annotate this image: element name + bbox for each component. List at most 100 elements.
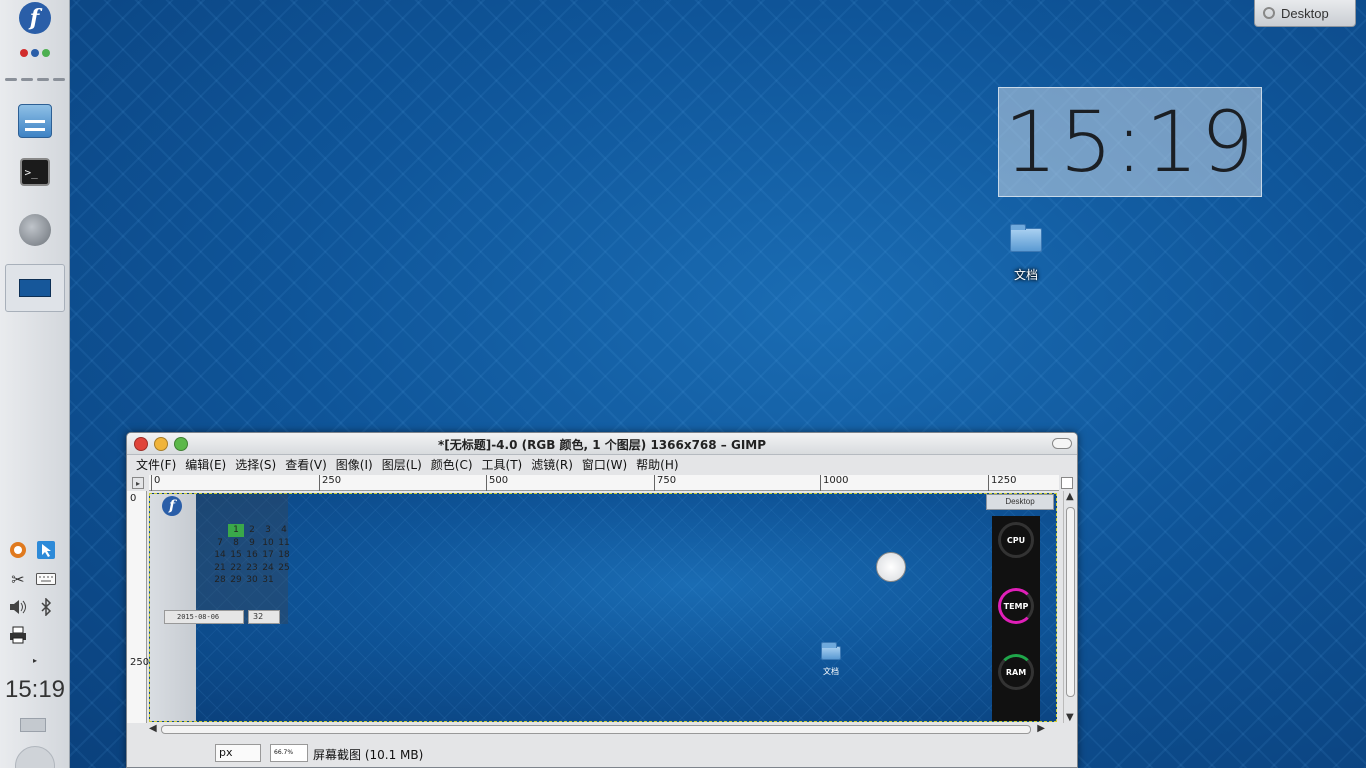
scroll-right-icon[interactable]: ▶ bbox=[1037, 723, 1045, 734]
vertical-ruler[interactable]: 0 250 bbox=[127, 491, 150, 723]
vertical-scrollbar[interactable]: ▲ ▼ bbox=[1063, 491, 1077, 723]
calendar-day: 24 bbox=[262, 562, 274, 573]
desktop-indicator[interactable] bbox=[36, 77, 49, 81]
scroll-thumb[interactable] bbox=[161, 725, 1031, 734]
menubar: 文件(F) 编辑(E) 选择(S) 查看(V) 图像(I) 图层(L) 颜色(C… bbox=[127, 455, 1077, 475]
scroll-down-icon[interactable]: ▼ bbox=[1066, 712, 1074, 723]
canvas-calendar: 1 2 3 4 7 8 9 10 11 14 15 16 17 18 21 22 23 24 25 28 29 30 31 bbox=[196, 494, 290, 624]
menu-windows[interactable]: 窗口(W) bbox=[581, 455, 635, 475]
menu-help[interactable]: 帮助(H) bbox=[635, 455, 686, 475]
calendar-day: 28 bbox=[214, 575, 226, 585]
zoom-select[interactable]: 66.7% bbox=[270, 744, 308, 762]
status-text: 屏幕截图 (10.1 MB) bbox=[313, 748, 424, 762]
scroll-left-icon[interactable]: ◀ bbox=[149, 723, 157, 734]
desktop-toolbox-button[interactable]: Desktop bbox=[1254, 0, 1356, 27]
folder-documents[interactable]: 文档 bbox=[1004, 224, 1048, 283]
calendar-day bbox=[196, 574, 212, 587]
panel-clock[interactable]: 15:19 bbox=[0, 676, 70, 704]
calendar-day: 11 bbox=[278, 537, 290, 548]
browser-icon[interactable] bbox=[18, 214, 51, 246]
menu-layer[interactable]: 图层(L) bbox=[381, 455, 430, 475]
gimp-window: *[无标题]-4.0 (RGB 颜色, 1 个图层) 1366x768 – GI… bbox=[126, 432, 1078, 768]
unit-select[interactable]: px bbox=[215, 744, 261, 762]
calendar-day: 10 bbox=[262, 537, 274, 548]
menu-tools[interactable]: 工具(T) bbox=[481, 455, 531, 475]
file-manager-icon[interactable] bbox=[17, 104, 52, 138]
canvas-date-field: 2015-08-06 bbox=[164, 610, 244, 624]
calendar-day bbox=[196, 562, 212, 575]
navigate-corner-button[interactable] bbox=[1061, 477, 1073, 489]
keyboard-icon[interactable] bbox=[35, 569, 57, 589]
fedora-app-icon[interactable] bbox=[7, 540, 29, 560]
folder-label: 文档 bbox=[1013, 268, 1038, 282]
fedora-menu-icon[interactable]: f bbox=[18, 2, 51, 34]
green-dot-icon bbox=[41, 49, 50, 57]
terminal-icon[interactable]: >_ bbox=[19, 158, 50, 186]
canvas-folder-icon bbox=[821, 642, 841, 660]
calendar-day bbox=[196, 524, 212, 537]
calendar-day: 21 bbox=[214, 562, 226, 573]
menu-colors[interactable]: 颜色(C) bbox=[430, 455, 481, 475]
desktop-indicator[interactable] bbox=[20, 77, 33, 81]
printer-icon[interactable] bbox=[7, 625, 29, 645]
calendar-day: 4 bbox=[281, 525, 287, 535]
calendar-grid: 1 2 3 4 7 8 9 10 11 14 15 16 17 18 21 22 23 24 25 28 29 30 31 bbox=[196, 524, 292, 587]
desktop-indicator[interactable] bbox=[52, 77, 65, 81]
ruler-label: 1000 bbox=[820, 475, 848, 491]
canvas-fedora-glyph: f bbox=[168, 498, 176, 514]
calendar-day: 14 bbox=[214, 550, 226, 560]
calendar-day bbox=[212, 524, 228, 537]
scroll-up-icon[interactable]: ▲ bbox=[1066, 491, 1074, 502]
ruler-label: 250 bbox=[130, 657, 150, 668]
horizontal-ruler[interactable]: 0 250 500 750 1000 1250 bbox=[149, 475, 1059, 491]
calendar-day: 18 bbox=[278, 550, 290, 560]
calendar-day: 31 bbox=[262, 575, 274, 585]
taskbar-item-desktop[interactable] bbox=[4, 264, 65, 312]
menu-view[interactable]: 查看(V) bbox=[284, 455, 335, 475]
menu-filters[interactable]: 滤镜(R) bbox=[530, 455, 581, 475]
ram-gauge: RAM bbox=[998, 654, 1034, 690]
desktop-background: f >_ ✂ ▸ 15:19 Desktop 15:19 文档 *[无标题]-4… bbox=[0, 0, 1366, 768]
calendar-day: 2 bbox=[249, 525, 255, 535]
menu-edit[interactable]: 编辑(E) bbox=[184, 455, 234, 475]
virtual-desktops[interactable] bbox=[3, 76, 67, 82]
blue-dot-icon bbox=[30, 49, 39, 57]
terminal-glyph: >_ bbox=[24, 165, 38, 179]
calendar-day: 22 bbox=[230, 562, 242, 573]
ruler-label: 500 bbox=[486, 475, 508, 491]
window-titlebar[interactable]: *[无标题]-4.0 (RGB 颜色, 1 个图层) 1366x768 – GI… bbox=[127, 433, 1077, 455]
horizontal-scrollbar[interactable]: ◀ ▶ bbox=[147, 723, 1047, 737]
scroll-thumb[interactable] bbox=[1066, 507, 1075, 697]
ruler-label: 0 bbox=[151, 475, 160, 491]
canvas-folder-label: 文档 bbox=[823, 667, 839, 676]
canvas-panel: f bbox=[150, 494, 196, 721]
expand-arrow-icon[interactable]: ▸ bbox=[24, 650, 46, 670]
calendar-day: 30 bbox=[246, 575, 258, 585]
volume-icon[interactable] bbox=[7, 597, 29, 617]
image-canvas[interactable]: f 1 2 3 4 7 8 9 10 11 14 15 16 17 18 21 22 23 24 25 28 29 30 3… bbox=[149, 493, 1057, 722]
bluetooth-icon[interactable] bbox=[35, 597, 57, 617]
scissors-icon[interactable]: ✂ bbox=[7, 569, 29, 589]
calendar-day: 3 bbox=[265, 525, 271, 535]
left-panel: f >_ ✂ ▸ 15:19 bbox=[0, 0, 70, 768]
cursor-app-icon[interactable] bbox=[35, 540, 57, 560]
calendar-day bbox=[196, 549, 212, 562]
canvas-folder: 文档 bbox=[818, 642, 844, 677]
panel-toolbox-button[interactable] bbox=[15, 746, 55, 768]
desktop-thumbnail bbox=[18, 279, 51, 297]
temp-gauge: TEMP bbox=[998, 588, 1034, 624]
activity-dots[interactable] bbox=[15, 48, 55, 58]
panel-widget[interactable] bbox=[20, 718, 46, 732]
desktop-indicator[interactable] bbox=[4, 77, 17, 81]
desktop-button-label: Desktop bbox=[1281, 5, 1329, 21]
maximize-button[interactable] bbox=[1052, 438, 1072, 449]
calendar-day: 16 bbox=[246, 550, 258, 560]
canvas-system-monitor: CPU TEMP RAM bbox=[992, 516, 1040, 721]
quick-mask-toggle[interactable]: ▸ bbox=[132, 477, 144, 489]
status-bar: px 66.7% 屏幕截图 (10.1 MB) bbox=[127, 739, 1077, 767]
menu-file[interactable]: 文件(F) bbox=[135, 455, 184, 475]
digital-clock-widget[interactable]: 15:19 bbox=[998, 87, 1262, 197]
red-dot-icon bbox=[19, 49, 28, 57]
menu-image[interactable]: 图像(I) bbox=[335, 455, 381, 475]
menu-select[interactable]: 选择(S) bbox=[234, 455, 284, 475]
